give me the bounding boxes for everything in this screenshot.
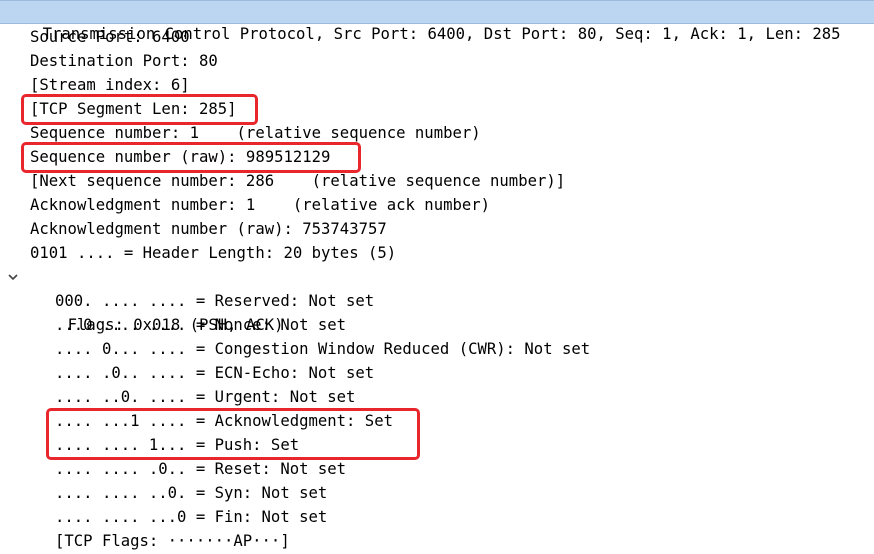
field-header-length[interactable]: 0101 .... = Header Length: 20 bytes (5): [0, 241, 874, 265]
packet-detail-tree: Transmission Control Protocol, Src Port:…: [0, 0, 874, 553]
field-ack-number[interactable]: Acknowledgment number: 1 (relative ack n…: [0, 193, 874, 217]
flags-tree-item[interactable]: Flags: 0x018 (PSH, ACK): [0, 265, 874, 334]
chevron-down-icon[interactable]: [6, 265, 20, 289]
field-stream-index[interactable]: [Stream index: 6]: [0, 73, 874, 97]
flag-push[interactable]: .... .... 1... = Push: Set: [0, 433, 874, 457]
field-next-sequence-number[interactable]: [Next sequence number: 286 (relative seq…: [0, 169, 874, 193]
flag-reset[interactable]: .... .... .0.. = Reset: Not set: [0, 457, 874, 481]
flag-reserved[interactable]: 000. .... .... = Reserved: Not set: [0, 289, 874, 313]
field-sequence-number[interactable]: Sequence number: 1 (relative sequence nu…: [0, 121, 874, 145]
flag-nonce[interactable]: ...0 .... .... = Nonce: Not set: [0, 313, 874, 337]
flag-cwr[interactable]: .... 0... .... = Congestion Window Reduc…: [0, 337, 874, 361]
field-destination-port[interactable]: Destination Port: 80: [0, 49, 874, 73]
flag-urgent[interactable]: .... ..0. .... = Urgent: Not set: [0, 385, 874, 409]
field-sequence-number-raw[interactable]: Sequence number (raw): 989512129: [0, 145, 874, 169]
flag-tcp-flags-summary[interactable]: [TCP Flags: ·······AP···]: [0, 529, 874, 553]
tcp-header-row[interactable]: Transmission Control Protocol, Src Port:…: [0, 0, 874, 43]
flag-fin[interactable]: .... .... ...0 = Fin: Not set: [0, 505, 874, 529]
field-ack-number-raw[interactable]: Acknowledgment number (raw): 753743757: [0, 217, 874, 241]
field-source-port[interactable]: Source Port: 6400: [0, 25, 874, 49]
field-tcp-segment-len[interactable]: [TCP Segment Len: 285]: [0, 97, 874, 121]
flag-ecn-echo[interactable]: .... .0.. .... = ECN-Echo: Not set: [0, 361, 874, 385]
flag-syn[interactable]: .... .... ..0. = Syn: Not set: [0, 481, 874, 505]
flag-acknowledgment[interactable]: .... ...1 .... = Acknowledgment: Set: [0, 409, 874, 433]
